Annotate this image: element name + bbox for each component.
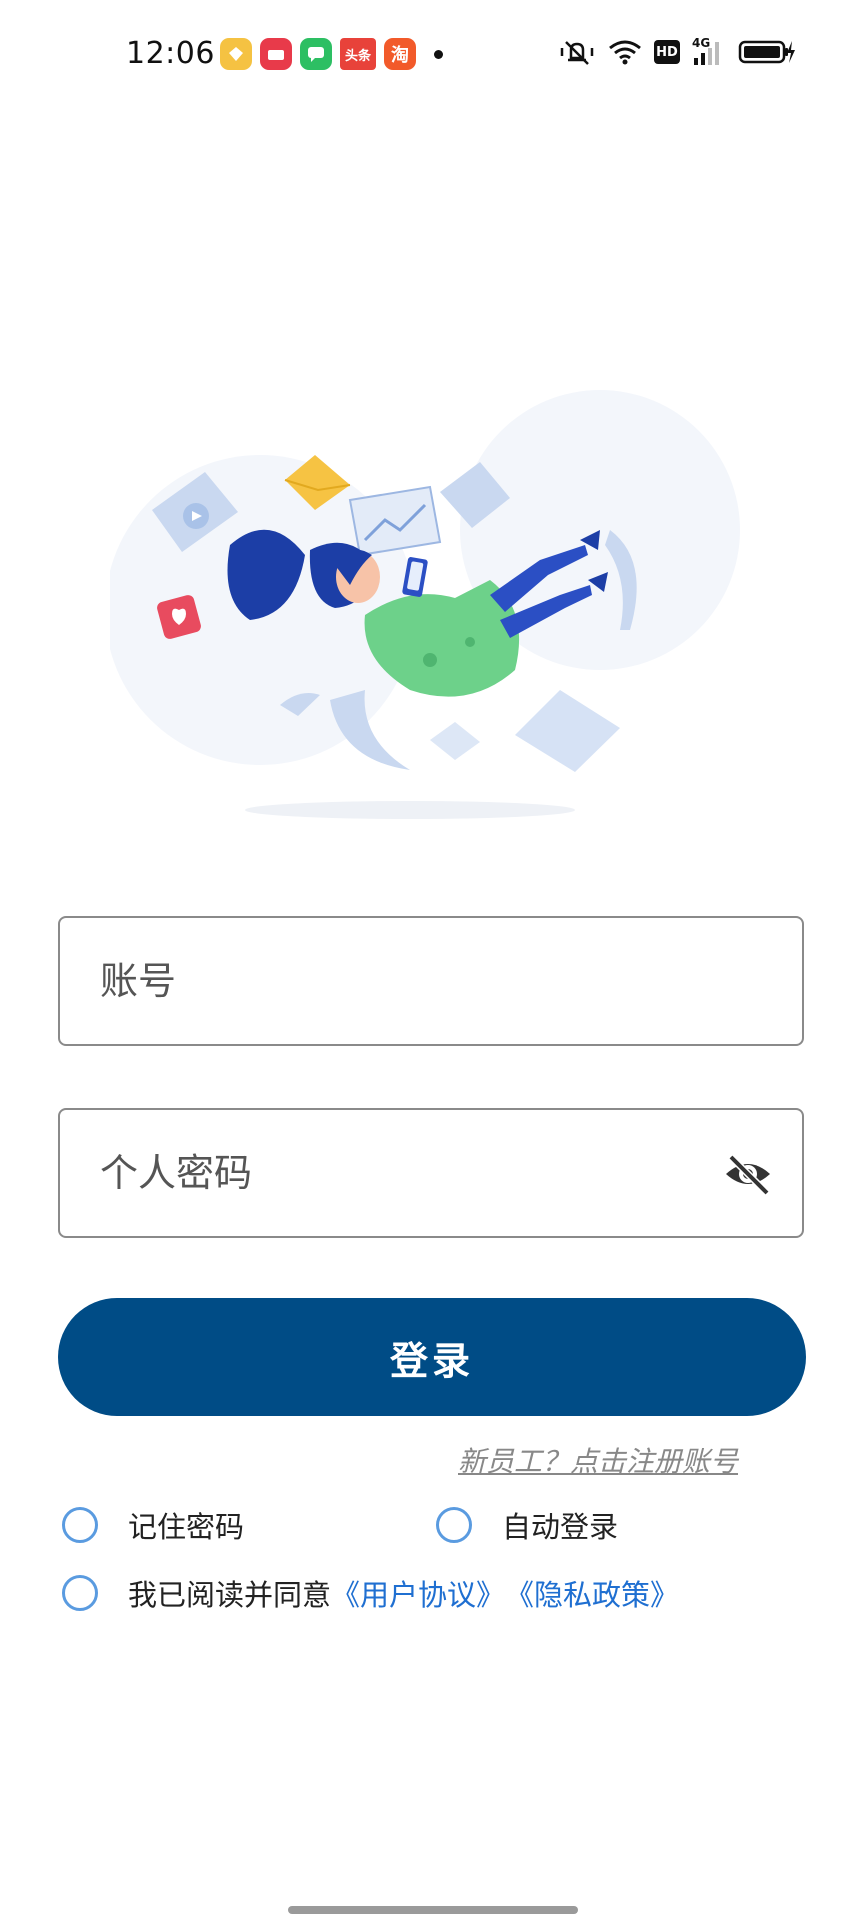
hero-illustration: [110, 390, 740, 819]
hd-badge: HD: [654, 40, 680, 64]
gold-badge-icon: [220, 38, 252, 70]
eye-off-icon: [726, 1154, 770, 1196]
chat-app-icon: [300, 38, 332, 70]
taobao-app-icon: 淘: [384, 38, 416, 70]
shopping-app-icon: [260, 38, 292, 70]
toggle-password-visibility-button[interactable]: [722, 1148, 774, 1204]
agreement-label: 我已阅读并同意: [128, 1578, 332, 1612]
agreement-radio[interactable]: [62, 1575, 98, 1611]
notification-icons: 头条 淘: [220, 38, 443, 70]
auto-login-radio[interactable]: [436, 1507, 472, 1543]
system-icons: HD 4G: [558, 36, 796, 66]
status-time: 12:06: [126, 36, 215, 71]
user-agreement-link[interactable]: 《用户协议》: [331, 1572, 505, 1614]
password-field[interactable]: [58, 1108, 804, 1238]
register-link[interactable]: 新员工？点击注册账号: [458, 1440, 738, 1480]
login-button[interactable]: 登录: [58, 1298, 806, 1416]
signal-icon: [694, 42, 719, 65]
account-input[interactable]: [98, 958, 662, 1004]
account-field[interactable]: [58, 916, 804, 1046]
agreement-option[interactable]: 我已阅读并同意 《用户协议》 《隐私政策》: [62, 1572, 679, 1614]
remember-password-radio[interactable]: [62, 1507, 98, 1543]
auto-login-label: 自动登录: [502, 1510, 619, 1544]
more-notifications-dot: [434, 49, 443, 59]
chart-card-icon: [348, 485, 442, 557]
remember-password-label: 记住密码: [128, 1510, 245, 1544]
vibrate-icon: [560, 41, 594, 65]
home-indicator[interactable]: [288, 1906, 578, 1914]
wifi-icon: [609, 40, 641, 65]
password-input[interactable]: [98, 1150, 662, 1196]
battery-icon: [738, 40, 795, 64]
toutiao-app-icon: 头条: [340, 38, 376, 70]
signal-strength: 4G: [692, 36, 726, 66]
privacy-policy-link[interactable]: 《隐私政策》: [505, 1572, 679, 1614]
status-bar: 12:06 头条 淘 HD 4G: [0, 0, 864, 110]
remember-password-option[interactable]: 记住密码: [62, 1504, 244, 1546]
auto-login-option[interactable]: 自动登录: [436, 1504, 618, 1546]
